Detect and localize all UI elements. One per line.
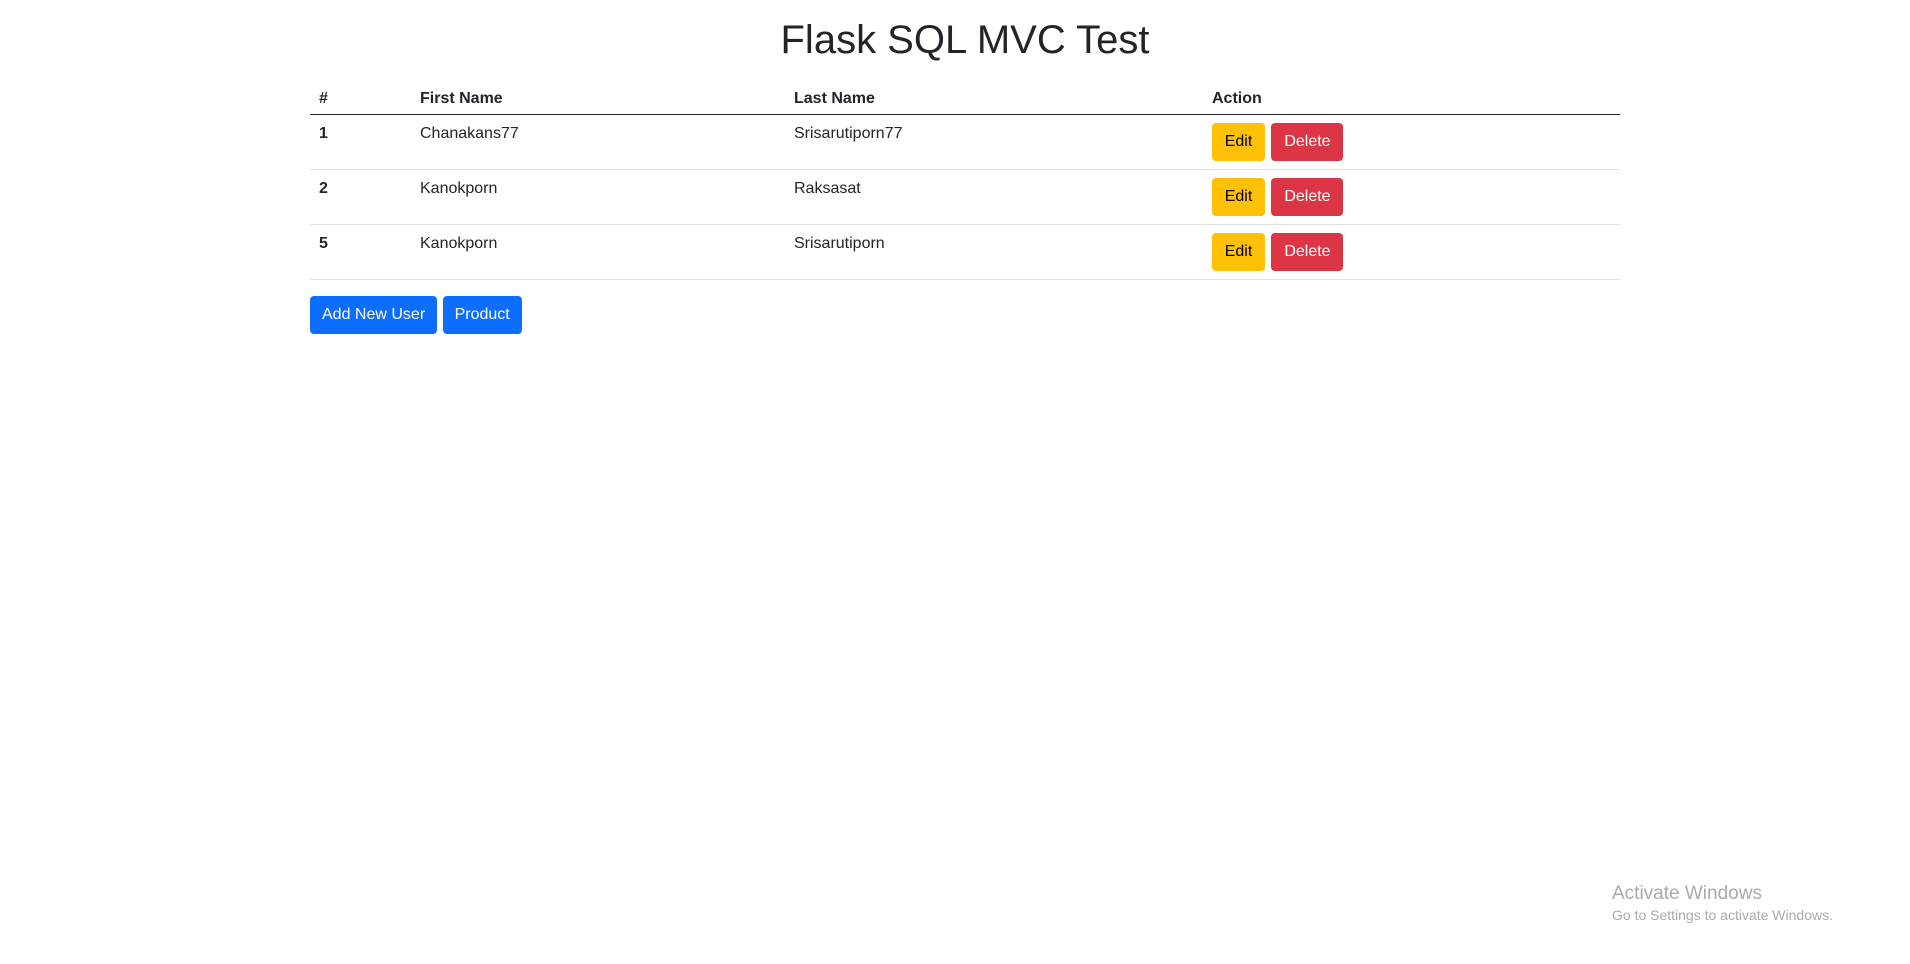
watermark-subtitle: Go to Settings to activate Windows. — [1612, 907, 1833, 923]
row-last-name: Raksasat — [785, 169, 1203, 225]
page-title: Flask SQL MVC Test — [780, 18, 1150, 62]
row-last-name: Srisarutiporn — [785, 224, 1203, 280]
table-row: 1 Chanakans77 Srisarutiporn77 Edit Delet… — [310, 114, 1620, 170]
row-actions: Edit Delete — [1203, 169, 1620, 225]
row-last-name: Srisarutiporn77 — [785, 114, 1203, 170]
row-id: 2 — [310, 169, 411, 225]
page: Flask SQL MVC Test # First Name Last Nam… — [0, 0, 1910, 964]
main-container: Flask SQL MVC Test # First Name Last Nam… — [310, 0, 1620, 334]
add-new-user-button[interactable]: Add New User — [310, 296, 438, 334]
row-first-name: Kanokporn — [411, 169, 785, 225]
watermark-title: Activate Windows — [1612, 883, 1762, 904]
edit-button[interactable]: Edit — [1212, 123, 1265, 161]
row-actions: Edit Delete — [1203, 224, 1620, 280]
edit-button[interactable]: Edit — [1212, 178, 1265, 216]
row-id: 5 — [310, 224, 411, 280]
row-first-name: Chanakans77 — [411, 114, 785, 170]
delete-button[interactable]: Delete — [1271, 233, 1344, 271]
row-actions: Edit Delete — [1203, 114, 1620, 170]
header-id: # — [310, 84, 411, 115]
bottom-actions: Add New User Product — [310, 296, 1620, 334]
delete-button[interactable]: Delete — [1271, 123, 1344, 161]
product-button[interactable]: Product — [442, 296, 522, 334]
row-id: 1 — [310, 114, 411, 170]
delete-button[interactable]: Delete — [1271, 178, 1344, 216]
header-last-name: Last Name — [785, 84, 1203, 115]
header-action: Action — [1203, 84, 1620, 115]
header-first-name: First Name — [411, 84, 785, 115]
users-table: # First Name Last Name Action 1 Chanakan… — [310, 84, 1620, 280]
table-row: 5 Kanokporn Srisarutiporn Edit Delete — [310, 224, 1620, 280]
table-body: 1 Chanakans77 Srisarutiporn77 Edit Delet… — [310, 114, 1620, 280]
table-header: # First Name Last Name Action — [310, 84, 1620, 115]
header-row: # First Name Last Name Action — [310, 84, 1620, 115]
activate-windows-watermark: Activate Windows Go to Settings to activ… — [1612, 882, 1833, 924]
row-first-name: Kanokporn — [411, 224, 785, 280]
table-row: 2 Kanokporn Raksasat Edit Delete — [310, 169, 1620, 225]
edit-button[interactable]: Edit — [1212, 233, 1265, 271]
